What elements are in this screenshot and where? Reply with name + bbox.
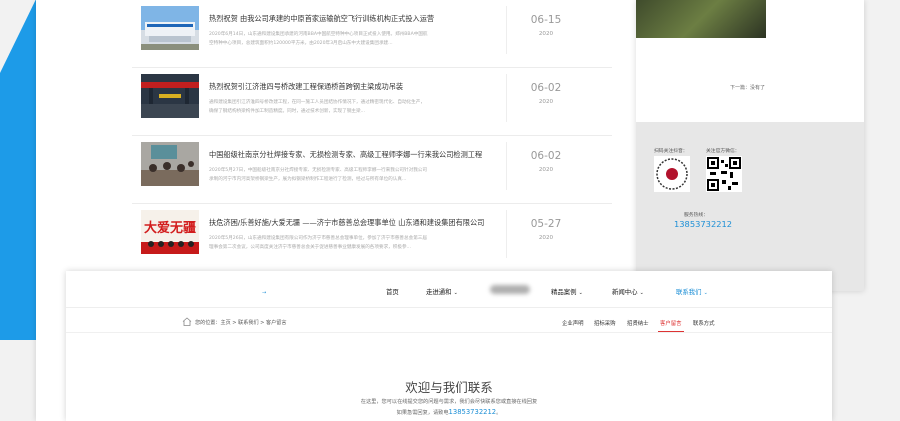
top-nav: → 首页 走进通和 ⌄ 精品案例 ⌄ 新闻中心 ⌄ 联系我们 ⌄ [66,271,832,308]
news-item[interactable]: 大爱无疆 扶危济困/乐善好施/大爱无疆 ——济宁市慈善总会理事单位 山东通和建设… [132,204,612,272]
news-item[interactable]: 热烈祝贺 由我公司承建的中原首家运输航空飞行训练机构正式投入运营 2020年6月… [132,0,612,68]
contact-page-card: → 首页 走进通和 ⌄ 精品案例 ⌄ 新闻中心 ⌄ 联系我们 ⌄ 您的位置：主页 > 联… [66,271,832,421]
subnav-recruitment[interactable]: 招贤纳士 [627,319,649,327]
subnav-statement[interactable]: 企业声明 [562,319,584,327]
nav-item-home[interactable]: 首页 [386,287,399,296]
phone-prefix: 如果急需回复，请致电 [396,410,449,416]
news-divider [506,210,507,258]
nav-item-contact[interactable]: 联系我们 ⌄ [676,287,708,296]
news-item[interactable]: 热烈祝贺引江济淮四号桥改建工程保通桥首跨钢主梁成功吊装 通和建设集团引江济淮四号… [132,68,612,136]
news-title[interactable]: 热烈祝贺引江济淮四号桥改建工程保通桥首跨钢主梁成功吊装 [209,82,489,92]
building-photo-icon [141,6,199,50]
news-summary: 通和建设集团引江济淮四号桥改建工程，在同一施工人员团结协作情况下，通过精密现代化… [209,100,425,114]
hotline-label: 服务热线： [684,213,708,218]
chevron-down-icon: ⌄ [578,290,583,296]
welcome-description: 在这里，您可以在线提交您的问题与需求，我们会尽快联系您或直接在线回复 [360,399,538,405]
nav-item-cases[interactable]: 精品案例 ⌄ [551,287,583,296]
subnav-procurement[interactable]: 招标采购 [594,319,616,327]
news-year: 2020 [538,167,554,173]
footer-contact-panel: 扫码关注抖音： 关注官方微信： 服务热线： 13853732212 [636,122,864,291]
news-item[interactable]: 中国船级社南京分社焊接专家、无损检测专家、高级工程师李娜一行来我公司检测工程 2… [132,136,612,204]
nav-item-label: 新闻中心 [612,288,638,296]
wechat-qr-label: 关注官方微信： [706,149,740,154]
greenery-photo [636,0,766,38]
bridge-photo-icon [141,74,199,118]
news-thumb-meeting[interactable] [141,142,199,186]
news-summary: 2020年6月14日，山东通和建设集团承建的河南BBA中国航空特种中心项目正式投… [209,32,428,46]
chevron-down-icon: ⌄ [453,290,458,296]
nav-item-about[interactable]: 走进通和 ⌄ [426,287,458,296]
news-date: 05-27 [530,218,562,230]
news-summary: 2020年5月26日，山东通和建设集团有限公司作为济宁市慈善总会理事单位，参加了… [209,236,427,250]
wechat-qr-icon [706,156,742,192]
news-divider [506,6,507,54]
active-tab-underline [658,331,684,332]
news-divider [506,142,507,190]
next-article-link[interactable]: 下一篇：没有了 [730,84,765,91]
phone-suffix: 。 [496,410,502,416]
sub-navigation-bar: 您的位置：主页 > 联系我们 > 客户留言 企业声明 招标采购 招贤纳士 客户留… [66,311,832,333]
subnav-message[interactable]: 客户留言 [660,319,682,327]
news-summary: 2020年5月27日，中国船级社南京分社焊接专家、无损检测专家、高级工程师李娜一… [209,168,427,182]
nav-item-label: 首页 [386,288,399,296]
nav-item-news[interactable]: 新闻中心 ⌄ [612,287,644,296]
subnav-contact[interactable]: 联系方式 [693,319,715,327]
breadcrumb[interactable]: 您的位置：主页 > 联系我们 > 客户留言 [195,319,286,326]
charity-banner-icon: 大爱无疆 [141,210,199,254]
article-side-card: 下一篇：没有了 扫码关注抖音： 关注官方微信： 服务热线： 1385373221… [636,0,864,291]
news-thumb-building[interactable] [141,6,199,50]
logo-arrow-icon[interactable]: → [262,290,266,296]
news-title[interactable]: 中国船级社南京分社焊接专家、无损检测专家、高级工程师李娜一行来我公司检测工程 [209,150,489,160]
news-date: 06-15 [530,14,562,26]
news-title[interactable]: 扶危济困/乐善好施/大爱无疆 ——济宁市慈善总会理事单位 山东通和建设集团有限公… [209,218,489,228]
hotline-number[interactable]: 13853732212 [674,219,732,229]
home-icon[interactable] [182,317,192,326]
chevron-down-icon: ⌄ [639,290,644,296]
welcome-phone-line: 如果急需回复，请致电13853732212。 [66,408,832,416]
news-divider [506,74,507,122]
meeting-photo-icon [141,142,199,186]
news-date: 06-02 [530,150,562,162]
nav-item-label: 走进通和 [426,288,452,296]
nav-item-label: 联系我们 [676,288,702,296]
news-thumb-charity[interactable]: 大爱无疆 [141,210,199,254]
screenshot-stage: 热烈祝贺 由我公司承建的中原首家运输航空飞行训练机构正式投入运营 2020年6月… [0,0,900,421]
nav-item-label: 精品案例 [551,288,577,296]
news-date: 06-02 [530,82,562,94]
news-year: 2020 [538,235,554,241]
news-thumb-bridge[interactable] [141,74,199,118]
news-year: 2020 [538,99,554,105]
douyin-qr-icon [654,156,690,192]
douyin-qr-label: 扫码关注抖音： [654,149,688,154]
blurred-nav-item [490,285,530,294]
news-title[interactable]: 热烈祝贺 由我公司承建的中原首家运输航空飞行训练机构正式投入运营 [209,14,489,24]
news-year: 2020 [538,31,554,37]
charity-banner-text: 大爱无疆 [144,220,196,236]
chevron-down-icon: ⌄ [703,290,708,296]
page-title: 欢迎与我们联系 [405,380,493,395]
contact-phone-number[interactable]: 13853732212 [449,408,497,416]
